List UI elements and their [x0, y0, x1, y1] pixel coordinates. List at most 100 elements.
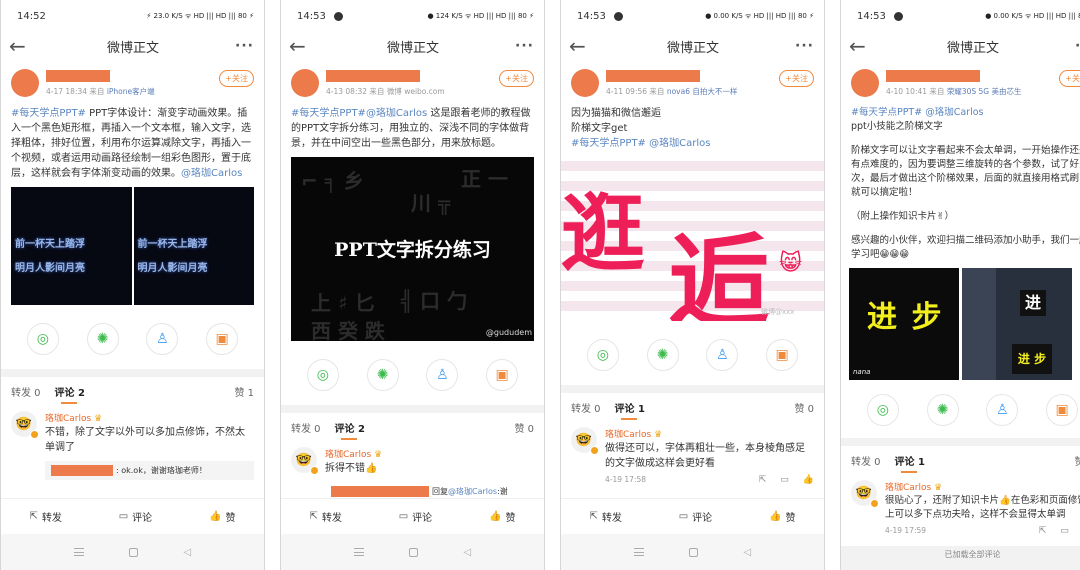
post-content: #每天学点PPT# PPT字体设计：渐变字动画效果。插入一个黑色矩形框，再插入一… — [1, 100, 264, 181]
post-image[interactable]: ⌐ ╕ 乡 川 ╦ 正 一 上 ♯ 匕 ╣ 口 勹 西 癸 跌 PPT文字拆分练… — [291, 157, 534, 341]
home-icon[interactable] — [409, 547, 419, 557]
post-from-label: 来自 — [929, 86, 945, 96]
moments-share-icon[interactable]: ✺ — [926, 394, 959, 426]
reply-comment-icon[interactable]: ▭ — [780, 475, 789, 485]
mention-link[interactable]: @珞珈Carlos — [925, 107, 983, 118]
hashtag-link[interactable]: #每天学点PPT# — [11, 108, 86, 119]
video-thumbnail-2[interactable]: 前一杯天上踏浮 明月人影间月亮 — [133, 187, 254, 305]
tab-comment[interactable]: 评论 2 — [335, 420, 365, 440]
tab-repost[interactable]: 转发 0 — [11, 384, 41, 399]
qq-share-icon[interactable]: ♙ — [986, 394, 1019, 426]
mention-link[interactable]: @珞珈Carlos — [649, 138, 710, 149]
avatar[interactable] — [571, 69, 599, 97]
tab-repost[interactable]: 转发 0 — [851, 453, 881, 468]
comment-button[interactable]: ▭ 评论 — [119, 509, 152, 524]
back-triangle-icon[interactable]: ◁ — [184, 547, 192, 558]
avatar[interactable] — [11, 69, 39, 97]
more-options-icon[interactable]: ··· — [515, 38, 534, 54]
save-image-icon[interactable]: ▣ — [206, 323, 239, 355]
post-image[interactable]: 逛 逅 😸 微博@xxx — [561, 161, 824, 321]
more-options-icon[interactable]: ··· — [1075, 38, 1080, 54]
tab-repost[interactable]: 转发 0 — [291, 420, 321, 435]
hashtag-link[interactable]: #每天学点PPT# — [291, 108, 366, 119]
share-comment-icon[interactable]: ⇱ — [1039, 526, 1047, 536]
menu-icon[interactable] — [73, 548, 84, 556]
reply-comment-icon[interactable]: ▭ — [1060, 526, 1069, 536]
commenter-name[interactable]: 珞珈Carlos — [45, 414, 91, 424]
tab-like[interactable]: 赞 1 — [1074, 453, 1080, 468]
back-triangle-icon[interactable]: ◁ — [744, 547, 752, 558]
follow-button[interactable]: +关注 — [499, 70, 534, 87]
like-button[interactable]: 👍 赞 — [489, 509, 515, 524]
back-arrow-icon[interactable]: ← — [289, 36, 311, 56]
post-from-label: 来自 — [369, 86, 385, 96]
back-arrow-icon[interactable]: ← — [569, 36, 591, 56]
commenter-name[interactable]: 珞珈Carlos — [325, 450, 371, 460]
tab-comment[interactable]: 评论 2 — [55, 384, 85, 404]
commenter-name[interactable]: 珞珈Carlos — [605, 430, 651, 440]
avatar[interactable] — [851, 69, 879, 97]
reply-mention[interactable]: @珞珈Carlos — [448, 486, 497, 497]
avatar[interactable] — [291, 69, 319, 97]
author-name-redacted[interactable] — [46, 69, 110, 82]
commenter-avatar[interactable]: 🤓 — [291, 447, 319, 475]
reply-preview[interactable]: : ok.ok，谢谢珞珈老师！ — [45, 461, 254, 480]
follow-button[interactable]: +关注 — [779, 70, 814, 87]
nav-bar: ← 微博正文 ··· — [281, 32, 544, 60]
system-nav-bar: ◁ — [561, 534, 824, 570]
commenter-avatar[interactable]: 🤓 — [11, 411, 39, 439]
follow-button[interactable]: +关注 — [219, 70, 254, 87]
commenter-name[interactable]: 珞珈Carlos — [885, 483, 931, 493]
author-name-redacted[interactable] — [886, 69, 980, 82]
comment-button[interactable]: ▭ 评论 — [679, 509, 712, 524]
commenter-avatar[interactable]: 🤓 — [571, 427, 599, 455]
mention-link[interactable]: @珞珈Carlos — [366, 108, 427, 119]
qq-share-icon[interactable]: ♙ — [146, 323, 179, 355]
home-icon[interactable] — [689, 547, 699, 557]
share-comment-icon[interactable]: ⇱ — [759, 475, 767, 485]
back-arrow-icon[interactable]: ← — [9, 36, 31, 56]
like-button[interactable]: 👍 赞 — [209, 509, 235, 524]
repost-button[interactable]: ⇱ 转发 — [309, 509, 341, 524]
post-image-2[interactable]: 进 进 步 — [962, 268, 1072, 380]
wechat-share-icon[interactable]: ◎ — [866, 394, 899, 426]
home-icon[interactable] — [129, 547, 139, 557]
menu-icon[interactable] — [353, 548, 364, 556]
hashtag-link[interactable]: #每天学点PPT# — [851, 107, 922, 118]
tab-like[interactable]: 赞 0 — [794, 400, 814, 415]
moments-share-icon[interactable]: ✺ — [366, 359, 399, 391]
like-comment-icon[interactable]: 👍 — [803, 475, 814, 485]
post-image-1[interactable]: 进 步 nana — [849, 268, 959, 380]
qq-share-icon[interactable]: ♙ — [706, 339, 739, 371]
wechat-share-icon[interactable]: ◎ — [586, 339, 619, 371]
follow-button[interactable]: +关注 — [1059, 70, 1080, 87]
qq-share-icon[interactable]: ♙ — [426, 359, 459, 391]
tab-repost[interactable]: 转发 0 — [571, 400, 601, 415]
menu-icon[interactable] — [633, 548, 644, 556]
repost-button[interactable]: ⇱ 转发 — [589, 509, 621, 524]
save-image-icon[interactable]: ▣ — [1046, 394, 1079, 426]
wechat-share-icon[interactable]: ◎ — [306, 359, 339, 391]
back-triangle-icon[interactable]: ◁ — [464, 547, 472, 558]
tab-like[interactable]: 赞 0 — [514, 420, 534, 435]
wechat-share-icon[interactable]: ◎ — [26, 323, 59, 355]
author-name-redacted[interactable] — [606, 69, 700, 82]
mention-link[interactable]: @珞珈Carlos — [181, 168, 242, 179]
more-options-icon[interactable]: ··· — [795, 38, 814, 54]
tab-comment[interactable]: 评论 1 — [895, 453, 925, 473]
author-name-redacted[interactable] — [326, 69, 420, 82]
moments-share-icon[interactable]: ✺ — [646, 339, 679, 371]
repost-button[interactable]: ⇱ 转发 — [29, 509, 61, 524]
like-button[interactable]: 👍 赞 — [769, 509, 795, 524]
video-thumbnail-1[interactable]: 前一杯天上踏浮 明月人影间月亮 — [11, 187, 132, 305]
comment-button[interactable]: ▭ 评论 — [399, 509, 432, 524]
save-image-icon[interactable]: ▣ — [766, 339, 799, 371]
tab-like[interactable]: 赞 1 — [234, 384, 254, 399]
tab-comment[interactable]: 评论 1 — [615, 400, 645, 420]
moments-share-icon[interactable]: ✺ — [86, 323, 119, 355]
back-arrow-icon[interactable]: ← — [849, 36, 871, 56]
more-options-icon[interactable]: ··· — [235, 38, 254, 54]
hashtag-link[interactable]: #每天学点PPT# — [571, 138, 646, 149]
commenter-avatar[interactable]: 🤓 — [851, 480, 879, 508]
save-image-icon[interactable]: ▣ — [486, 359, 519, 391]
